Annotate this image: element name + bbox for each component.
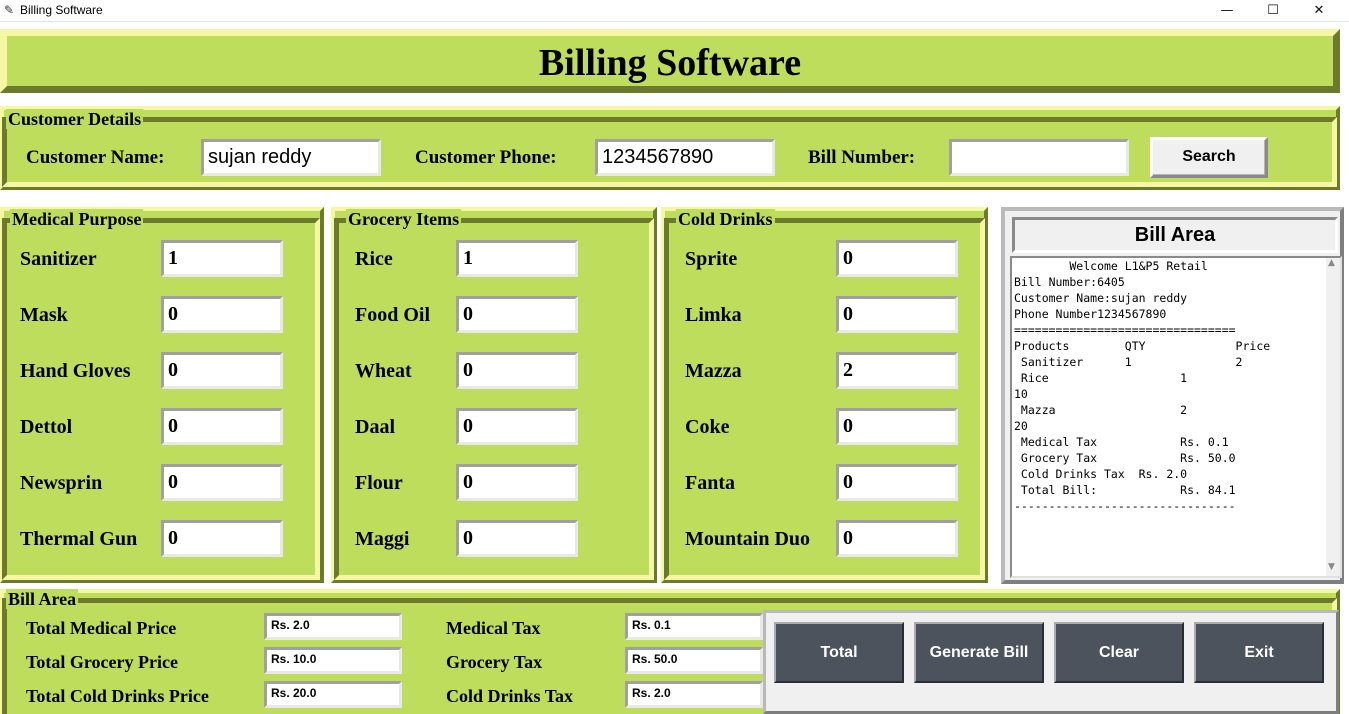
grocery-item-qty-input[interactable]: 0 <box>456 408 578 445</box>
medical-tax-label: Medical Tax <box>446 618 541 638</box>
grocery-item-qty-input[interactable]: 1 <box>456 240 578 277</box>
total-grocery-price-field[interactable]: Rs. 10.0 <box>264 647 402 674</box>
bill-number-input[interactable] <box>949 139 1129 176</box>
drinks-item-qty-input[interactable]: 0 <box>836 464 958 501</box>
medical-item-qty-input[interactable]: 0 <box>161 464 283 501</box>
medical-item-label: Sanitizer <box>20 248 97 270</box>
grocery-item-label: Rice <box>355 248 393 270</box>
medical-item-label: Dettol <box>20 416 73 438</box>
drinks-item-qty-input[interactable]: 0 <box>836 408 958 445</box>
customer-name-input[interactable]: sujan reddy <box>201 139 381 176</box>
total-grocery-price-label: Total Grocery Price <box>26 652 178 672</box>
bill-area-title: Bill Area <box>1012 217 1338 253</box>
drinks-item-qty-input[interactable]: 0 <box>836 240 958 277</box>
window-titlebar: ✎ Billing Software — ☐ ✕ <box>0 0 1349 22</box>
grocery-item-label: Flour <box>355 472 403 494</box>
drinks-item-label: Mountain Duo <box>685 528 811 550</box>
drinks-item-qty-input[interactable]: 0 <box>836 520 958 557</box>
grocery-item-label: Maggi <box>355 528 410 550</box>
medical-item-label: Newsprin <box>20 472 103 494</box>
drinks-item-label: Limka <box>685 304 742 326</box>
drinks-item-qty-input[interactable]: 2 <box>836 352 958 389</box>
total-medical-price-field[interactable]: Rs. 2.0 <box>264 613 402 640</box>
cold-drinks-frame-label: Cold Drinks <box>676 209 775 229</box>
maximize-icon[interactable]: ☐ <box>1250 0 1296 22</box>
customer-phone-label: Customer Phone: <box>415 147 557 168</box>
grocery-tax-label: Grocery Tax <box>446 652 543 672</box>
grocery-tax-field[interactable]: Rs. 50.0 <box>625 647 763 674</box>
medical-item-qty-input[interactable]: 1 <box>161 240 283 277</box>
medical-item-qty-input[interactable]: 0 <box>161 296 283 333</box>
drinks-item-label: Sprite <box>685 248 738 270</box>
grocery-item-qty-input[interactable]: 0 <box>456 520 578 557</box>
feather-icon: ✎ <box>4 3 15 17</box>
bill-text-content: Welcome L1&P5 Retail Bill Number:6405 Cu… <box>1014 259 1271 513</box>
medical-item-qty-input[interactable]: 0 <box>161 352 283 389</box>
total-medical-price-label: Total Medical Price <box>26 618 177 638</box>
medical-frame-label: Medical Purpose <box>10 209 144 229</box>
medical-item-qty-input[interactable]: 0 <box>161 408 283 445</box>
drinks-item-label: Coke <box>685 416 730 438</box>
summary-frame-label: Bill Area <box>6 589 79 609</box>
grocery-item-qty-input[interactable]: 0 <box>456 352 578 389</box>
total-button[interactable]: Total <box>774 622 904 683</box>
scroll-up-icon[interactable]: ▲ <box>1328 258 1335 268</box>
grocery-item-qty-input[interactable]: 0 <box>456 464 578 501</box>
medical-item-label: Thermal Gun <box>20 528 138 550</box>
medical-item-qty-input[interactable]: 0 <box>161 520 283 557</box>
drinks-item-label: Fanta <box>685 472 735 494</box>
minimize-icon[interactable]: — <box>1204 0 1250 22</box>
clear-button[interactable]: Clear <box>1054 622 1184 683</box>
page-title: Billing Software <box>538 42 802 84</box>
bill-scrollbar[interactable]: ▲ ▼ <box>1326 258 1340 576</box>
drinks-item-qty-input[interactable]: 0 <box>836 296 958 333</box>
cold-drinks-tax-field[interactable]: Rs. 2.0 <box>625 681 763 708</box>
cold-drinks-tax-label: Cold Drinks Tax <box>446 686 574 706</box>
exit-button[interactable]: Exit <box>1194 622 1324 683</box>
customer-phone-input[interactable]: 1234567890 <box>595 139 775 176</box>
total-cold-drinks-price-field[interactable]: Rs. 20.0 <box>264 681 402 708</box>
grocery-item-label: Daal <box>355 416 395 438</box>
search-button[interactable]: Search <box>1150 137 1268 178</box>
grocery-frame-label: Grocery Items <box>346 209 462 229</box>
grocery-item-label: Wheat <box>355 360 412 382</box>
scroll-down-icon[interactable]: ▼ <box>1328 562 1335 572</box>
header-banner: Billing Software <box>0 29 1340 93</box>
customer-details-label: Customer Details <box>6 109 144 129</box>
grocery-item-label: Food Oil <box>355 304 431 326</box>
medical-item-label: Hand Gloves <box>20 360 131 382</box>
grocery-item-qty-input[interactable]: 0 <box>456 296 578 333</box>
total-cold-drinks-price-label: Total Cold Drinks Price <box>26 686 209 706</box>
drinks-item-label: Mazza <box>685 360 742 382</box>
customer-name-label: Customer Name: <box>26 147 165 168</box>
medical-item-label: Mask <box>20 304 68 326</box>
generate-bill-button[interactable]: Generate Bill <box>914 622 1044 683</box>
medical-tax-field[interactable]: Rs. 0.1 <box>625 613 763 640</box>
bill-number-label: Bill Number: <box>808 147 916 168</box>
close-icon[interactable]: ✕ <box>1296 0 1342 22</box>
window-title: Billing Software <box>20 3 103 17</box>
